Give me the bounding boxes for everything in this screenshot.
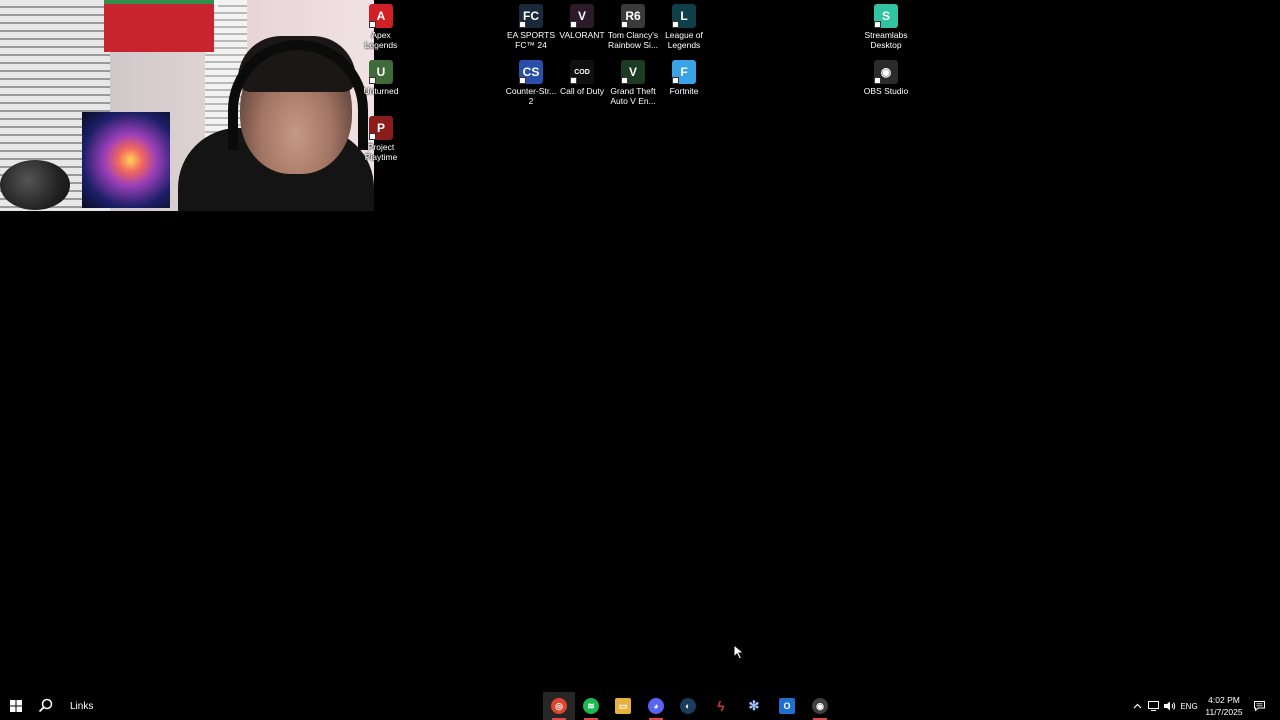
desktop-icon-label: Unturned — [363, 86, 399, 96]
chrome-icon: ◎ — [551, 698, 567, 714]
rainbow-six-icon: R6 — [621, 4, 645, 28]
webcam-flag-red-stripe — [104, 4, 214, 52]
shortcut-arrow-icon — [672, 21, 679, 28]
desktop-icon-rainbow-six[interactable]: R6 Tom Clancy's Rainbow Si... — [604, 4, 662, 50]
taskbar-app-file-explorer[interactable]: ▭ — [607, 692, 639, 720]
pinwheel-app-icon: ✻ — [748, 698, 760, 713]
shortcut-arrow-icon — [874, 77, 881, 84]
desktop-icon-call-of-duty[interactable]: COD Call of Duty — [553, 60, 611, 96]
desktop-icon-league-of-legends[interactable]: L League of Legends — [655, 4, 713, 50]
shortcut-arrow-icon — [570, 77, 577, 84]
desktop-icon-label: EA SPORTS FC™ 24 — [506, 30, 556, 50]
shortcut-arrow-icon — [369, 77, 376, 84]
desktop-icon-label: Apex Legends — [364, 30, 398, 50]
tray-overflow-button[interactable] — [1130, 692, 1144, 720]
tray-language-button[interactable]: ENG — [1180, 692, 1198, 720]
ea-sports-fc-icon: FC — [519, 4, 543, 28]
unturned-icon: U — [369, 60, 393, 84]
desktop-icon-label: Streamlabs Desktop — [864, 30, 908, 50]
fortnite-icon: F — [672, 60, 696, 84]
taskbar-app-steam[interactable]: ◐ — [672, 692, 704, 720]
desktop-icon-gta-v[interactable]: V Grand Theft Auto V En... — [604, 60, 662, 106]
webcam-galaxy-poster — [82, 112, 170, 208]
taskbar-app-obs[interactable]: ◉ — [804, 692, 836, 720]
clock-time: 4:02 PM — [1208, 695, 1240, 705]
obs-studio-icon: ◉ — [874, 60, 898, 84]
riot-client-icon: ϟ — [717, 698, 725, 714]
desktop-icon-label: Counter-Str... 2 — [505, 86, 557, 106]
steam-icon: ◐ — [680, 698, 696, 714]
desktop-icon-label: OBS Studio — [863, 86, 909, 96]
shortcut-arrow-icon — [672, 77, 679, 84]
taskbar-app-chrome[interactable]: ◎ — [543, 692, 575, 720]
notification-icon — [1253, 701, 1265, 711]
tray-network-button[interactable] — [1146, 692, 1160, 720]
windows-start-icon — [10, 700, 22, 712]
desktop-icon-label: Grand Theft Auto V En... — [610, 86, 656, 106]
desktop-icon-counter-strike[interactable]: CS Counter-Str... 2 — [502, 60, 560, 106]
desktop-icon-ea-sports-fc[interactable]: FC EA SPORTS FC™ 24 — [502, 4, 560, 50]
desktop-icon-label: VALORANT — [559, 30, 605, 40]
shortcut-arrow-icon — [570, 21, 577, 28]
shortcut-arrow-icon — [621, 77, 628, 84]
desktop-icon-valorant[interactable]: V VALORANT — [553, 4, 611, 40]
desktop-icon-project-playtime[interactable]: P Project Playtime — [352, 116, 410, 162]
desktop-icon-unturned[interactable]: U Unturned — [352, 60, 410, 96]
search-label: Links — [70, 700, 94, 712]
tray-volume-button[interactable] — [1162, 692, 1178, 720]
tray-clock[interactable]: 4:02 PM 11/7/2025 — [1198, 694, 1250, 718]
shortcut-arrow-icon — [519, 77, 526, 84]
webcam-overlay — [0, 0, 374, 211]
search-icon — [38, 698, 53, 713]
streamlabs-icon: S — [874, 4, 898, 28]
desktop-icon-label: Fortnite — [669, 86, 699, 96]
desktop-icon-label: Tom Clancy's Rainbow Si... — [607, 30, 659, 50]
outlook-icon: O — [779, 698, 795, 714]
desktop-icon-label: Project Playtime — [364, 142, 398, 162]
desktop-icon-label: Call of Duty — [560, 86, 604, 96]
league-of-legends-icon: L — [672, 4, 696, 28]
taskbar-app-discord[interactable]: ◕ — [640, 692, 672, 720]
call-of-duty-icon: COD — [570, 60, 594, 84]
network-icon — [1147, 701, 1159, 711]
taskbar-app-pinwheel[interactable]: ✻ — [738, 692, 770, 720]
taskbar: Links ◎ ≋ ▭ ◕ ◐ ϟ ✻ O ◉ ENG 4:02 PM 11/7… — [0, 692, 1280, 720]
volume-icon — [1164, 701, 1176, 711]
shortcut-arrow-icon — [519, 21, 526, 28]
language-indicator: ENG — [1180, 701, 1198, 711]
project-playtime-icon: P — [369, 116, 393, 140]
discord-icon: ◕ — [648, 698, 664, 714]
counter-strike-icon: CS — [519, 60, 543, 84]
shortcut-arrow-icon — [874, 21, 881, 28]
taskbar-app-spotify[interactable]: ≋ — [575, 692, 607, 720]
desktop-icon-fortnite[interactable]: F Fortnite — [655, 60, 713, 96]
webcam-microphone — [0, 160, 70, 210]
obs-icon: ◉ — [812, 698, 828, 714]
start-button[interactable] — [0, 692, 32, 720]
desktop: A Apex Legends U Unturned P Project Play… — [0, 0, 1280, 692]
taskbar-app-riot-client[interactable]: ϟ — [705, 692, 737, 720]
desktop-icon-apex-legends[interactable]: A Apex Legends — [352, 4, 410, 50]
action-center-button[interactable] — [1250, 692, 1268, 720]
shortcut-arrow-icon — [369, 21, 376, 28]
desktop-icon-label: League of Legends — [665, 30, 703, 50]
spotify-icon: ≋ — [583, 698, 599, 714]
file-explorer-icon: ▭ — [615, 698, 631, 714]
shortcut-arrow-icon — [621, 21, 628, 28]
apex-legends-icon: A — [369, 4, 393, 28]
desktop-icon-obs-studio[interactable]: ◉ OBS Studio — [857, 60, 915, 96]
shortcut-arrow-icon — [369, 133, 376, 140]
chevron-up-icon — [1133, 703, 1141, 709]
clock-date: 11/7/2025 — [1205, 707, 1243, 717]
taskbar-app-outlook[interactable]: O — [771, 692, 803, 720]
valorant-icon: V — [570, 4, 594, 28]
taskbar-search[interactable]: Links — [34, 692, 124, 720]
desktop-icon-streamlabs[interactable]: S Streamlabs Desktop — [857, 4, 915, 50]
gta-v-icon: V — [621, 60, 645, 84]
